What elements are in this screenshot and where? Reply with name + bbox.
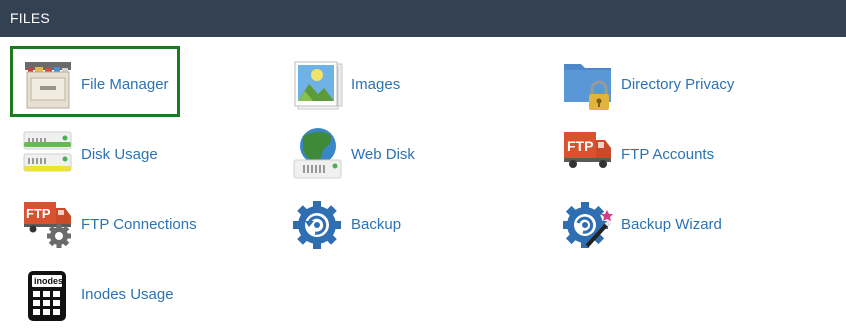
ftp-connections-truck-text: FTP	[26, 206, 51, 221]
backup-label: Backup	[351, 216, 402, 233]
inodes-usage-icon: inodes	[23, 268, 77, 322]
disk-usage-label: Disk Usage	[81, 146, 158, 163]
ftp-connections-label: FTP Connections	[81, 216, 197, 233]
directory-privacy-icon	[563, 58, 617, 112]
inodes-usage-label: Inodes Usage	[81, 286, 174, 303]
files-panel: FILES File Manager Images Directory Priv…	[0, 0, 846, 336]
ftp-connections-icon: FTP	[23, 198, 77, 252]
directory-privacy-label: Directory Privacy	[621, 76, 735, 93]
images-icon	[293, 58, 347, 112]
backup-wizard-label: Backup Wizard	[621, 216, 722, 233]
file-manager-icon	[23, 58, 77, 112]
section-title: FILES	[10, 10, 50, 26]
images-label: Images	[351, 76, 401, 93]
backup-icon	[293, 198, 347, 252]
web-disk-label: Web Disk	[351, 146, 415, 163]
disk-usage-icon	[23, 128, 77, 182]
ftp-accounts-icon: FTP	[563, 128, 617, 182]
ftp-truck-text: FTP	[567, 138, 593, 154]
file-manager-label: File Manager	[81, 76, 169, 93]
ftp-accounts-label: FTP Accounts	[621, 146, 715, 163]
section-header: FILES	[0, 0, 846, 37]
inodes-display-text: inodes	[34, 276, 63, 286]
web-disk-icon	[293, 128, 347, 182]
backup-wizard-icon	[563, 198, 617, 252]
